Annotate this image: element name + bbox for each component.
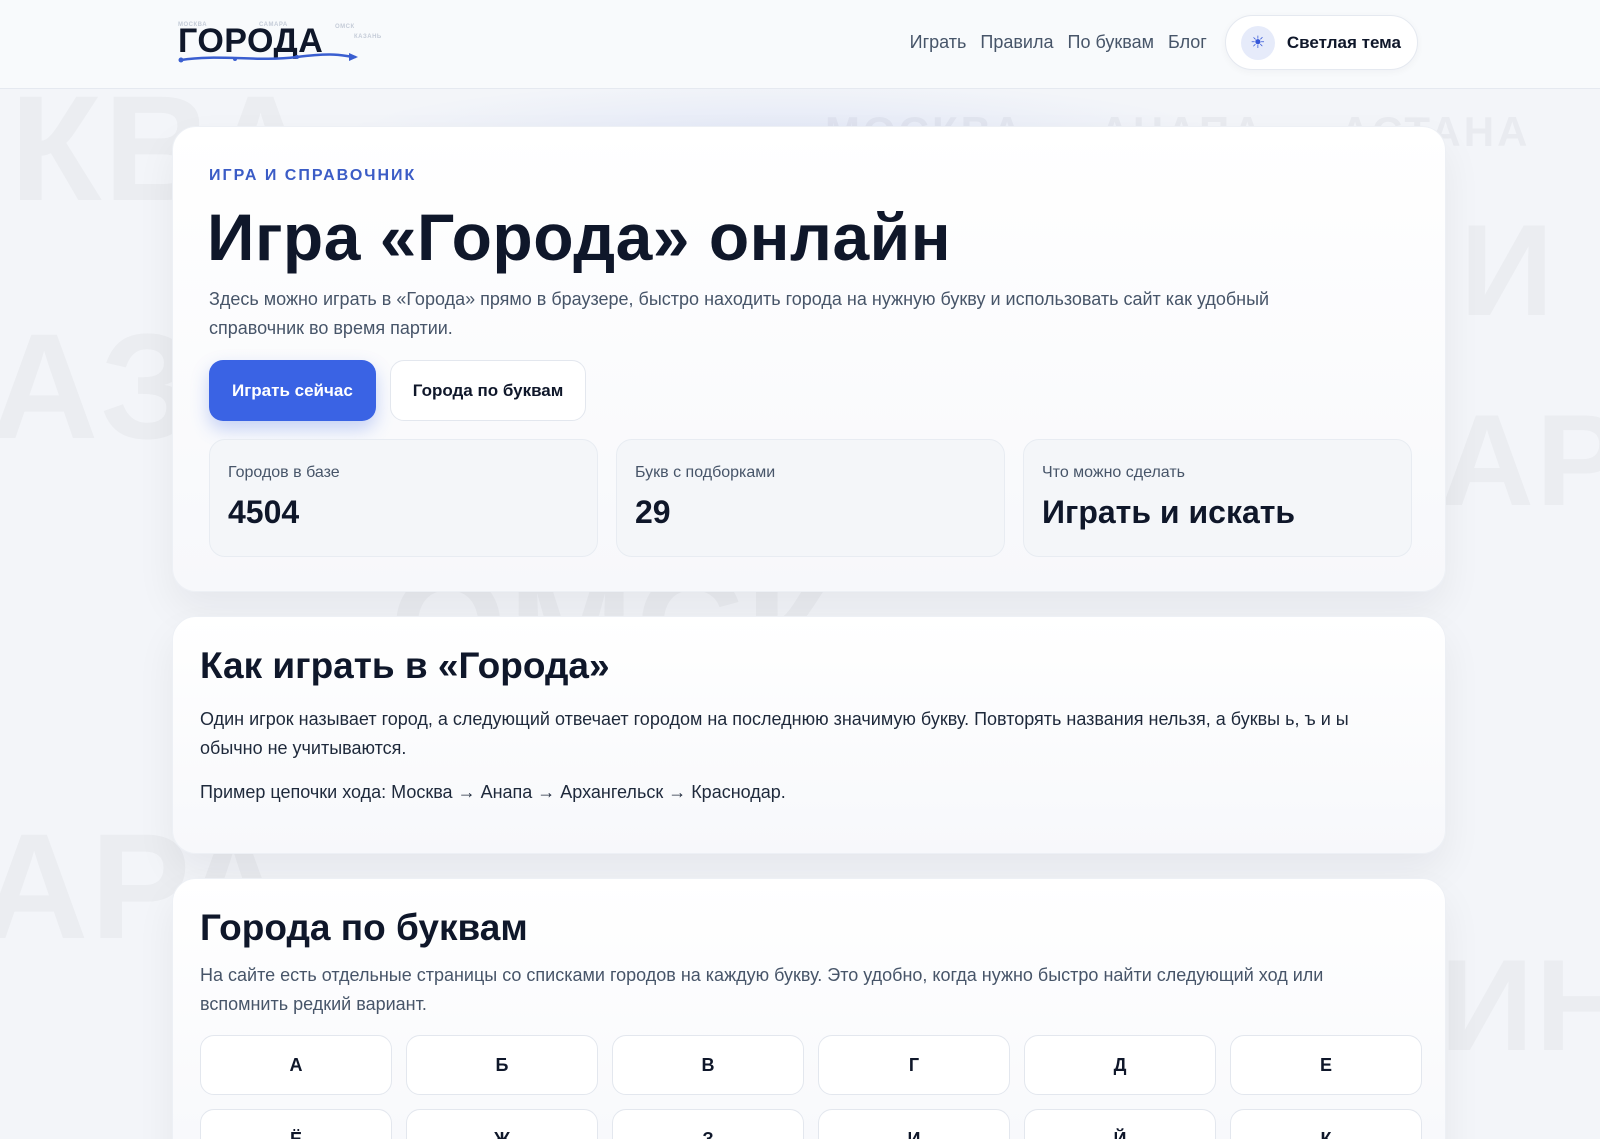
logo-route-arrow-icon (178, 53, 358, 63)
hero-eyebrow: ИГРА И СПРАВОЧНИК (209, 167, 417, 184)
stat-value: 29 (635, 494, 671, 530)
main-nav: Играть Правила По буквам Блог ☀ Светлая … (910, 15, 1418, 70)
stat-label: Букв с подборками (635, 464, 776, 481)
stat-value: 4504 (228, 494, 300, 530)
how-to-play-card: Как играть в «Города» Один игрок называе… (172, 616, 1446, 854)
logo-mini-label: ОМСК (335, 24, 355, 30)
site-logo[interactable]: МОСКВА САМАРА ОМСК КАЗАНЬ ГОРОДА (177, 22, 387, 70)
background-word: И (1460, 195, 1555, 345)
background-word: ИН (1440, 930, 1600, 1080)
nav-link-rules[interactable]: Правила (980, 32, 1053, 53)
letter-tile[interactable]: К (1230, 1109, 1422, 1139)
stat-value: Играть и искать (1042, 494, 1296, 530)
page-title: Игра «Города» онлайн (207, 200, 952, 274)
logo-mini-label: КАЗАНЬ (354, 34, 382, 40)
theme-toggle-label: Светлая тема (1286, 32, 1401, 52)
how-to-play-title: Как играть в «Города» (200, 645, 610, 686)
stat-card-cities: Городов в базе 4504 (209, 439, 598, 557)
how-to-play-text: Один игрок называет город, а следующий о… (200, 709, 1349, 758)
letter-tile[interactable]: Ё (200, 1109, 392, 1139)
nav-link-play[interactable]: Играть (910, 32, 967, 53)
stat-label: Городов в базе (228, 464, 340, 481)
stats-row: Городов в базе 4504 Букв с подборками 29… (209, 439, 1412, 557)
letter-tile[interactable]: Д (1024, 1035, 1216, 1095)
play-now-button[interactable]: Играть сейчас (209, 360, 376, 421)
letter-tile[interactable]: А (200, 1035, 392, 1095)
letter-tile[interactable]: Е (1230, 1035, 1422, 1095)
nav-link-by-letters[interactable]: По буквам (1068, 32, 1154, 53)
background-word: АЗ (0, 300, 196, 473)
letter-tile[interactable]: Ж (406, 1109, 598, 1139)
site-header: МОСКВА САМАРА ОМСК КАЗАНЬ ГОРОДА Играть … (0, 0, 1600, 89)
cities-by-letters-description: На сайте есть отдельные страницы со спис… (200, 965, 1324, 1014)
cities-by-letters-card: Города по буквам На сайте есть отдельные… (172, 878, 1446, 1139)
hero-card: ИГРА И СПРАВОЧНИК Игра «Города» онлайн З… (172, 126, 1446, 592)
hero-description: Здесь можно играть в «Города» прямо в бр… (209, 289, 1270, 338)
letter-tile[interactable]: Й (1024, 1109, 1216, 1139)
cities-by-letters-title: Города по буквам (200, 907, 528, 948)
letter-tile[interactable]: Г (818, 1035, 1010, 1095)
letter-grid: А Б В Г Д Е Ё Ж З И Й К (200, 1035, 1424, 1139)
letter-tile[interactable]: Б (406, 1035, 598, 1095)
cities-by-letters-button[interactable]: Города по буквам (389, 360, 587, 421)
nav-link-blog[interactable]: Блог (1168, 32, 1207, 53)
how-to-play-example: Пример цепочки хода: Москва → Анапа → Ар… (200, 782, 786, 802)
stat-card-letters: Букв с подборками 29 (616, 439, 1005, 557)
stat-label: Что можно сделать (1042, 464, 1186, 481)
stat-card-features: Что можно сделать Играть и искать (1023, 439, 1412, 557)
background-word: АР (1440, 385, 1600, 535)
letter-tile[interactable]: В (612, 1035, 804, 1095)
letter-tile[interactable]: И (818, 1109, 1010, 1139)
theme-toggle-button[interactable]: ☀ Светлая тема (1224, 15, 1418, 70)
sun-icon: ☀ (1240, 25, 1275, 60)
letter-tile[interactable]: З (612, 1109, 804, 1139)
hero-actions: Играть сейчас Города по буквам (209, 360, 587, 421)
